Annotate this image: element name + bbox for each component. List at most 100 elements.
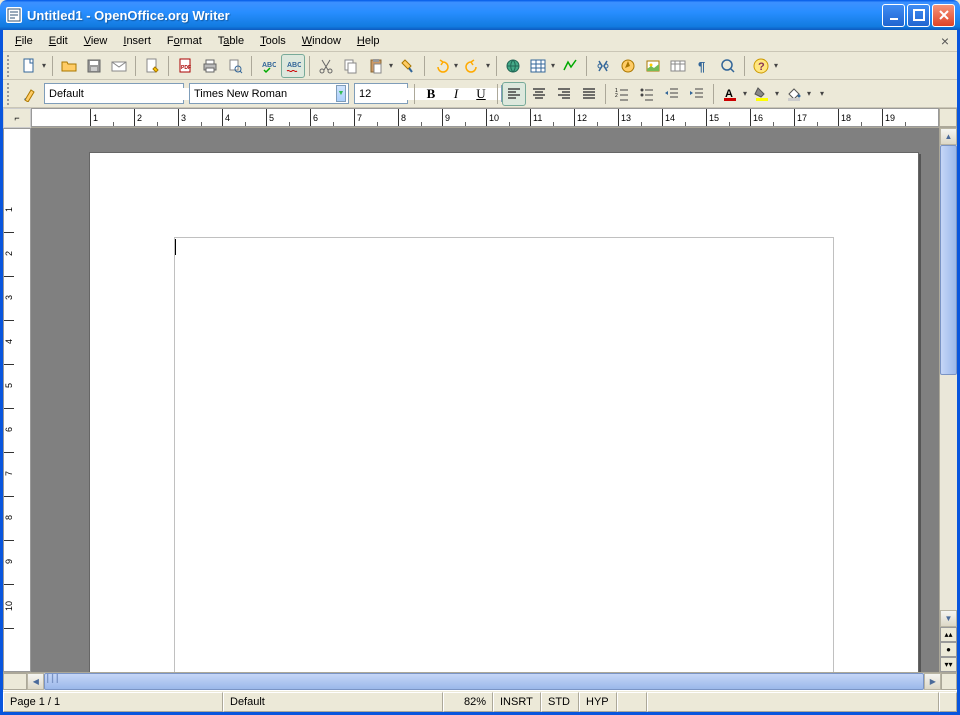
save-button[interactable] bbox=[82, 54, 106, 78]
vertical-scrollbar[interactable]: ▲ ▼ ▴▴ ● ▾▾ bbox=[939, 128, 957, 672]
align-right-button[interactable] bbox=[552, 82, 576, 106]
font-name-combo[interactable] bbox=[189, 83, 349, 104]
toolbar-handle[interactable] bbox=[7, 55, 13, 77]
status-zoom[interactable]: 82% bbox=[443, 692, 493, 712]
menu-help[interactable]: Help bbox=[349, 33, 388, 49]
menu-view[interactable]: View bbox=[76, 33, 116, 49]
zoom-button[interactable] bbox=[716, 54, 740, 78]
format-paintbrush-button[interactable] bbox=[396, 54, 420, 78]
copy-button[interactable] bbox=[339, 54, 363, 78]
cut-button[interactable] bbox=[314, 54, 338, 78]
toolbar-options-dropdown[interactable]: ▾ bbox=[818, 89, 826, 98]
font-name-input[interactable] bbox=[194, 88, 336, 100]
next-page-button[interactable]: ▾▾ bbox=[940, 657, 957, 672]
help-button[interactable]: ? bbox=[749, 54, 773, 78]
minimize-button[interactable] bbox=[882, 4, 905, 27]
scroll-down-button[interactable]: ▼ bbox=[940, 610, 957, 627]
standard-toolbar: ▾ PDF ABC ABC ▾ ▾ ▾ ▾ ¶ ? ▾ bbox=[3, 52, 957, 80]
status-page[interactable]: Page 1 / 1 bbox=[3, 692, 223, 712]
align-center-button[interactable] bbox=[527, 82, 551, 106]
toolbar-options-dropdown[interactable]: ▾ bbox=[772, 61, 780, 70]
page[interactable] bbox=[89, 152, 919, 672]
font-color-button[interactable]: A bbox=[718, 82, 742, 106]
svg-text:PDF: PDF bbox=[181, 65, 191, 71]
highlight-button[interactable] bbox=[750, 82, 774, 106]
gallery-button[interactable] bbox=[641, 54, 665, 78]
scroll-left-button[interactable]: ◀ bbox=[27, 673, 44, 690]
toolbar-handle[interactable] bbox=[7, 83, 13, 105]
menu-edit[interactable]: Edit bbox=[41, 33, 76, 49]
paragraph-style-input[interactable] bbox=[49, 88, 191, 100]
paste-dropdown[interactable]: ▾ bbox=[387, 61, 395, 70]
menu-tools[interactable]: Tools bbox=[252, 33, 294, 49]
align-left-button[interactable] bbox=[502, 82, 526, 106]
find-button[interactable] bbox=[591, 54, 615, 78]
close-button[interactable] bbox=[932, 4, 955, 27]
align-justify-button[interactable] bbox=[577, 82, 601, 106]
scroll-thumb[interactable]: ┃┃┃ bbox=[44, 673, 924, 690]
paragraph-style-combo[interactable] bbox=[44, 83, 184, 104]
undo-dropdown[interactable]: ▾ bbox=[452, 61, 460, 70]
redo-button[interactable] bbox=[461, 54, 485, 78]
print-button[interactable] bbox=[198, 54, 222, 78]
highlight-dropdown[interactable]: ▾ bbox=[773, 89, 781, 98]
dropdown-icon[interactable] bbox=[336, 85, 346, 102]
vertical-ruler[interactable]: 12345678910 bbox=[3, 128, 31, 672]
open-button[interactable] bbox=[57, 54, 81, 78]
data-sources-button[interactable] bbox=[666, 54, 690, 78]
undo-button[interactable] bbox=[429, 54, 453, 78]
status-std[interactable]: STD bbox=[541, 692, 579, 712]
hyperlink-button[interactable] bbox=[501, 54, 525, 78]
ruler-tick: 4 bbox=[4, 321, 14, 365]
font-color-dropdown[interactable]: ▾ bbox=[741, 89, 749, 98]
document-canvas[interactable] bbox=[31, 128, 939, 672]
menu-file[interactable]: File bbox=[7, 33, 41, 49]
increase-indent-button[interactable] bbox=[685, 82, 709, 106]
export-pdf-button[interactable]: PDF bbox=[173, 54, 197, 78]
navigation-button[interactable]: ● bbox=[940, 642, 957, 657]
email-button[interactable] bbox=[107, 54, 131, 78]
spellcheck-button[interactable]: ABC bbox=[256, 54, 280, 78]
scroll-thumb[interactable] bbox=[940, 145, 957, 375]
auto-spellcheck-button[interactable]: ABC bbox=[281, 54, 305, 78]
underline-button[interactable]: U bbox=[469, 82, 493, 106]
show-draw-button[interactable] bbox=[558, 54, 582, 78]
ruler-tick: 5 bbox=[4, 365, 14, 409]
numbered-list-button[interactable]: 12 bbox=[610, 82, 634, 106]
styles-button[interactable] bbox=[17, 82, 41, 106]
decrease-indent-button[interactable] bbox=[660, 82, 684, 106]
status-hyp[interactable]: HYP bbox=[579, 692, 617, 712]
menu-window[interactable]: Window bbox=[294, 33, 349, 49]
menu-insert[interactable]: Insert bbox=[115, 33, 159, 49]
nonprinting-chars-button[interactable]: ¶ bbox=[691, 54, 715, 78]
new-button[interactable] bbox=[17, 54, 41, 78]
edit-file-button[interactable] bbox=[140, 54, 164, 78]
navigator-button[interactable] bbox=[616, 54, 640, 78]
bulleted-list-button[interactable] bbox=[635, 82, 659, 106]
scroll-right-button[interactable]: ▶ bbox=[924, 673, 941, 690]
prev-page-button[interactable]: ▴▴ bbox=[940, 627, 957, 642]
background-color-button[interactable] bbox=[782, 82, 806, 106]
window-title: Untitled1 - OpenOffice.org Writer bbox=[27, 8, 882, 23]
print-preview-button[interactable] bbox=[223, 54, 247, 78]
redo-dropdown[interactable]: ▾ bbox=[484, 61, 492, 70]
italic-button[interactable]: I bbox=[444, 82, 468, 106]
maximize-button[interactable] bbox=[907, 4, 930, 27]
paste-button[interactable] bbox=[364, 54, 388, 78]
font-size-combo[interactable] bbox=[354, 83, 408, 104]
ruler-corner: ⌐ bbox=[3, 108, 31, 128]
resize-grip[interactable] bbox=[939, 692, 957, 712]
close-document-button[interactable]: × bbox=[937, 33, 953, 49]
table-button[interactable] bbox=[526, 54, 550, 78]
status-insert[interactable]: INSRT bbox=[493, 692, 541, 712]
menu-format[interactable]: Format bbox=[159, 33, 210, 49]
background-dropdown[interactable]: ▾ bbox=[805, 89, 813, 98]
horizontal-ruler[interactable]: 12345678910111213141516171819 bbox=[31, 108, 939, 127]
new-dropdown[interactable]: ▾ bbox=[40, 61, 48, 70]
menu-table[interactable]: Table bbox=[210, 33, 252, 49]
bold-button[interactable]: B bbox=[419, 82, 443, 106]
horizontal-scrollbar[interactable]: ◀ ┃┃┃ ▶ bbox=[27, 673, 941, 690]
status-style[interactable]: Default bbox=[223, 692, 443, 712]
scroll-up-button[interactable]: ▲ bbox=[940, 128, 957, 145]
table-dropdown[interactable]: ▾ bbox=[549, 61, 557, 70]
